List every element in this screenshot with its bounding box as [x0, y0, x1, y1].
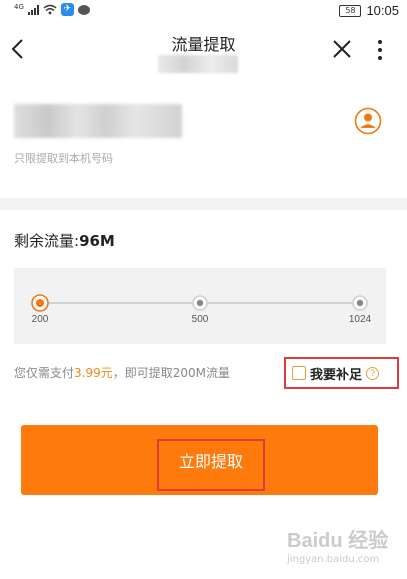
slider-label-200: 200	[31, 314, 49, 325]
baidu-watermark: Baidu 经验 jingyan.baidu.com	[287, 522, 399, 572]
signal-icon	[27, 4, 39, 15]
network-type: 4G	[14, 2, 24, 11]
clock: 10:05	[366, 3, 399, 18]
phone-hint: 只限提取到本机号码	[14, 152, 113, 165]
phone-number-redacted[interactable]	[14, 104, 182, 138]
watermark-sub: jingyan.baidu.com	[287, 554, 380, 565]
watermark-main: Baidu 经验	[287, 530, 389, 552]
topup-label: 我要补足	[310, 367, 363, 383]
slider-stop-1024-dot	[356, 299, 364, 307]
message-icon	[77, 4, 90, 15]
help-question-icon[interactable]: ?	[366, 366, 380, 380]
data-amount-slider[interactable]: 200 500 1024	[14, 268, 386, 344]
close-icon[interactable]	[329, 36, 355, 62]
redacted-subtitle	[158, 55, 238, 73]
slider-label-500: 500	[191, 314, 209, 325]
payment-prefix: 您仅需支付	[14, 366, 75, 380]
section-divider	[0, 198, 407, 210]
remaining-data: 剩余流量:96M	[14, 230, 115, 251]
wifi-icon	[43, 4, 57, 15]
topup-option[interactable]: 我要补足 ?	[284, 357, 399, 389]
payment-suffix: ，即可提取200M流量	[112, 366, 231, 380]
remaining-label: 剩余流量:	[14, 232, 80, 250]
status-right: 58 10:05	[339, 3, 399, 18]
slider-stop-500-dot	[196, 299, 204, 307]
nav-bar: 流量提取	[0, 24, 407, 80]
contact-person-icon[interactable]	[354, 107, 382, 135]
battery-icon: 58	[339, 4, 362, 17]
slider-label-1024: 1024	[348, 314, 372, 325]
slider-track	[31, 294, 368, 312]
status-left: 4G ✈	[14, 3, 90, 16]
topup-checkbox[interactable]	[292, 366, 306, 380]
remaining-value: 96M	[79, 232, 115, 250]
status-bar: 4G ✈ 58 10:05	[0, 0, 407, 24]
extract-now-label: 立即提取	[178, 452, 243, 471]
more-vertical-icon[interactable]	[370, 38, 390, 62]
payment-info: 您仅需支付3.99元，即可提取200M流量	[14, 364, 230, 381]
app-notification-icon: ✈	[60, 3, 74, 16]
payment-price: 3.99元	[74, 366, 113, 380]
slider-stop-200-dot	[36, 299, 44, 307]
